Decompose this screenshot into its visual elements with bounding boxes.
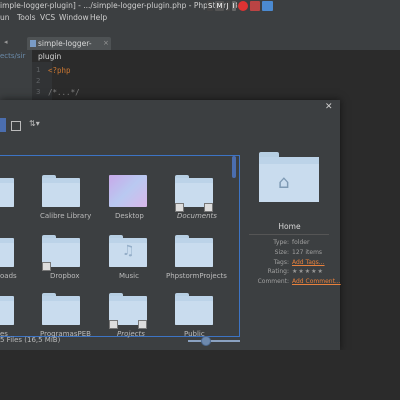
add-tags-link[interactable]: Add Tags... bbox=[292, 259, 325, 266]
php-file-icon bbox=[30, 40, 36, 47]
close-tab-icon[interactable]: × bbox=[103, 37, 109, 50]
window-title: imple-logger-plugin] - .../simple-logger… bbox=[0, 1, 238, 10]
item-label: Music bbox=[119, 272, 139, 280]
editor-bottom bbox=[0, 350, 400, 400]
item-label: Desktop bbox=[115, 212, 144, 220]
status-text: 5 Files (16,5 MiB) bbox=[0, 336, 61, 344]
item-label: oads bbox=[0, 272, 17, 280]
info-key: Comment: bbox=[257, 278, 289, 285]
info-title: Home bbox=[278, 222, 301, 231]
zoom-slider-knob[interactable] bbox=[201, 336, 211, 346]
sync-badge-icon bbox=[42, 262, 51, 271]
window-titlebar: imple-logger-plugin] - .../simple-logger… bbox=[0, 0, 400, 12]
detail-view-button[interactable] bbox=[11, 118, 21, 132]
menubar: un Tools VCS Window Help bbox=[0, 12, 400, 24]
music-note-icon: ♫ bbox=[122, 243, 135, 259]
tray-icon-2[interactable]: M bbox=[215, 1, 224, 11]
folder-item[interactable] bbox=[42, 175, 80, 207]
info-key: Tags: bbox=[273, 259, 289, 266]
item-label: Projects bbox=[117, 330, 145, 338]
tray-tool-icon[interactable] bbox=[249, 1, 260, 11]
folder-item[interactable] bbox=[42, 293, 80, 325]
menu-run[interactable]: un bbox=[0, 12, 10, 24]
file-tab-label: simple-logger-plugin bbox=[38, 39, 92, 61]
menu-window[interactable]: Window bbox=[59, 12, 89, 24]
info-key: Rating: bbox=[267, 268, 289, 275]
icon-view-button[interactable] bbox=[0, 118, 6, 132]
tray-icon-1[interactable]: S bbox=[207, 1, 214, 11]
link-badge-icon bbox=[138, 320, 147, 329]
folder-item[interactable] bbox=[175, 235, 213, 267]
code-line[interactable]: <?php bbox=[48, 66, 71, 75]
line-number: 2 bbox=[36, 77, 41, 85]
tray-monitor-icon[interactable] bbox=[261, 1, 273, 11]
folder-item[interactable] bbox=[175, 293, 213, 325]
close-icon[interactable]: ✕ bbox=[325, 102, 333, 112]
folder-item[interactable] bbox=[0, 293, 14, 325]
sort-button[interactable]: ⇅▾ bbox=[29, 118, 45, 132]
scrollbar[interactable] bbox=[231, 156, 237, 331]
link-badge-icon bbox=[109, 320, 118, 329]
info-value: 127 items bbox=[292, 249, 323, 256]
desktop-item[interactable] bbox=[109, 175, 147, 207]
line-number: 3 bbox=[36, 88, 41, 96]
navigation-bar bbox=[0, 24, 400, 36]
tray-chrome-icon[interactable] bbox=[237, 1, 248, 11]
add-comment-link[interactable]: Add Comment... bbox=[292, 278, 341, 285]
info-key: Type: bbox=[273, 239, 289, 246]
tray-icon-4[interactable]: I bbox=[231, 1, 236, 11]
editor-tabs: ◂ simple-logger-plugin × bbox=[0, 36, 400, 61]
info-key: Size: bbox=[274, 249, 289, 256]
system-tray: S M J I bbox=[207, 1, 273, 11]
item-label: PhpstormProjects bbox=[166, 272, 227, 280]
tray-icon-3[interactable]: J bbox=[225, 1, 230, 11]
code-line[interactable]: /*...*/ bbox=[48, 88, 80, 97]
folder-item[interactable] bbox=[0, 175, 14, 207]
menu-vcs[interactable]: VCS bbox=[40, 12, 55, 24]
divider bbox=[249, 234, 329, 235]
link-badge-icon bbox=[175, 203, 184, 212]
file-tab[interactable]: simple-logger-plugin × bbox=[27, 37, 111, 61]
item-label: Dropbox bbox=[50, 272, 80, 280]
item-label: Calibre Library bbox=[40, 212, 92, 220]
info-value: folder bbox=[292, 239, 310, 246]
project-path: ects/sir bbox=[0, 50, 32, 62]
folder-item[interactable] bbox=[0, 235, 14, 267]
menu-tools[interactable]: Tools bbox=[17, 12, 35, 24]
tabs-dropdown-icon[interactable]: ◂ bbox=[4, 38, 8, 46]
menu-help[interactable]: Help bbox=[90, 12, 107, 24]
sort-icon: ⇅▾ bbox=[29, 119, 40, 128]
zoom-slider[interactable] bbox=[188, 340, 240, 342]
scrollbar-thumb[interactable] bbox=[232, 156, 236, 178]
rating-stars[interactable]: ★★★★★ bbox=[292, 268, 324, 275]
line-number: 1 bbox=[36, 66, 41, 74]
link-badge-icon bbox=[204, 203, 213, 212]
home-icon: ⌂ bbox=[278, 172, 290, 193]
item-label: Documents bbox=[177, 212, 217, 220]
